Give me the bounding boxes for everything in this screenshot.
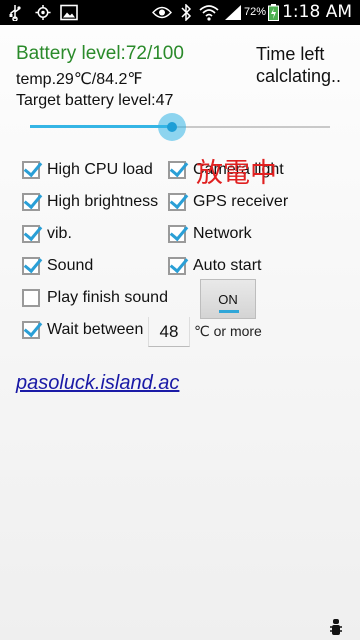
option-label: Play finish sound — [47, 289, 168, 306]
option-wait-between[interactable]: Wait between — [22, 317, 143, 343]
option-label: High brightness — [47, 193, 159, 210]
signal-icon — [225, 5, 241, 20]
checkbox[interactable] — [22, 321, 40, 339]
option-label: Sound — [47, 257, 94, 274]
on-off-toggle[interactable]: ON — [200, 279, 256, 319]
clock: 1:18 AM — [282, 2, 352, 22]
option-sound[interactable]: Sound — [22, 253, 93, 279]
checkbox[interactable] — [168, 225, 186, 243]
main-content: Battery level:72/100 temp.29℃/84.2℉ Targ… — [0, 25, 360, 640]
option-label: GPS receiver — [193, 193, 289, 210]
eye-icon — [152, 6, 172, 19]
usb-icon — [9, 5, 21, 21]
option-network[interactable]: Network — [168, 221, 252, 247]
checkbox[interactable] — [22, 289, 40, 307]
wifi-icon — [199, 5, 219, 21]
time-left-label: Time left — [256, 44, 325, 64]
website-link[interactable]: pasoluck.island.ac — [16, 372, 179, 395]
battery-icon — [268, 4, 279, 21]
checkbox[interactable] — [22, 193, 40, 211]
gallery-icon — [60, 4, 78, 21]
option-play-finish-sound[interactable]: Play finish sound — [22, 285, 168, 311]
bluetooth-icon — [181, 4, 192, 21]
gps-icon — [35, 4, 51, 21]
option-label: vib. — [47, 225, 72, 242]
wait-unit-label: ℃ or more — [194, 323, 262, 339]
toggle-indicator — [219, 310, 239, 313]
discharging-status: 放電中 — [196, 158, 277, 189]
option-label: High CPU load — [47, 161, 153, 178]
wait-temperature-input[interactable]: 48 — [148, 317, 190, 347]
slider-fill — [30, 125, 172, 128]
temperature-text: temp.29℃/84.2℉ — [16, 71, 143, 88]
time-left-value: calclating.. — [256, 66, 342, 86]
checkbox[interactable] — [168, 257, 186, 275]
option-high-cpu-load[interactable]: High CPU load — [22, 157, 153, 183]
checkbox[interactable] — [22, 161, 40, 179]
toggle-label: ON — [218, 291, 238, 307]
status-bar: 72% 1:18 AM — [0, 0, 360, 25]
checkbox[interactable] — [22, 257, 40, 275]
option-label: Auto start — [193, 257, 262, 274]
slider-thumb[interactable] — [167, 122, 177, 132]
option-high-brightness[interactable]: High brightness — [22, 189, 158, 215]
target-level-text: Target battery level:47 — [16, 92, 174, 109]
checkbox[interactable] — [168, 161, 186, 179]
target-level-slider[interactable] — [30, 113, 330, 141]
option-auto-start[interactable]: Auto start — [168, 253, 261, 279]
checkbox[interactable] — [168, 193, 186, 211]
time-left-text: Time left calclating.. — [256, 43, 341, 87]
battery-percent: 72% — [244, 6, 267, 18]
option-label: Wait between — [47, 321, 144, 338]
checkbox[interactable] — [22, 225, 40, 243]
battery-level-text: Battery level:72/100 — [16, 43, 184, 64]
option-label: Network — [193, 225, 252, 242]
option-gps-receiver[interactable]: GPS receiver — [168, 189, 288, 215]
android-bug-icon — [330, 619, 342, 635]
option-vib[interactable]: vib. — [22, 221, 72, 247]
